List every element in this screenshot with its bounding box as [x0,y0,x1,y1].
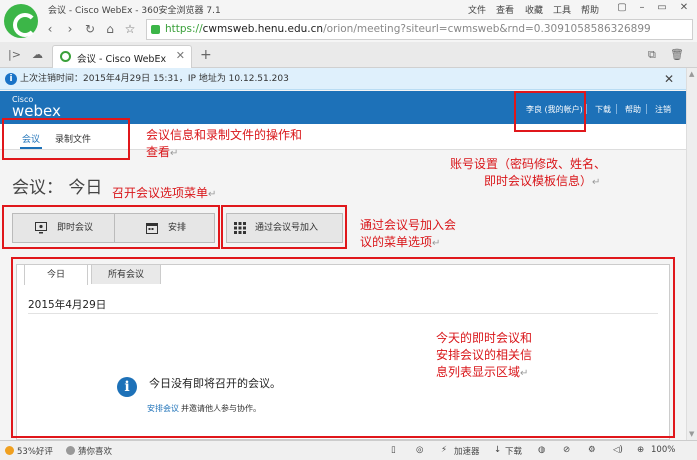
rating-text[interactable]: 53%好评 [17,445,53,457]
instant-meeting-button[interactable]: 即时会议 [12,213,115,243]
header-divider [646,104,647,114]
menu-view[interactable]: 查看 [496,3,514,16]
lock-icon [151,25,160,34]
download-button[interactable]: 下载 [505,445,522,457]
forward-icon[interactable]: › [62,21,78,37]
annotation-list-area: 今天的即时会议和 安排会议的相关信 息列表显示区域↵ [436,331,533,379]
last-logout-text: 上次注销时间：2015年4月29日 15:31，IP 地址为 10.12.51.… [20,74,289,84]
page-scrollbar[interactable]: ▲ ▼ [686,68,697,440]
close-window-icon[interactable]: ✕ [676,1,692,15]
devtools-icon[interactable]: ⚙ [588,445,596,455]
schedule-button[interactable]: 安排 [114,213,215,243]
header-divider [586,104,587,114]
address-bar[interactable]: https://cwmsweb.henu.edu.cn/orion/meetin… [146,19,693,40]
clean-icon[interactable]: ◍ [538,445,545,455]
header-divider [616,104,617,114]
menu-file[interactable]: 文件 [468,3,486,16]
accelerator-button[interactable]: 加速器 [454,445,480,457]
sidebar-toggle-icon[interactable]: |> [8,48,21,61]
tab-bar: |> ☁ 会议 - Cisco WebEx ✕ + ⧉ 🗑 [0,42,697,68]
join-by-number-label: 通过会议号加入 [255,223,319,233]
monitor-icon [35,222,47,234]
my-account-link[interactable]: 李良 (我的帐户) [526,104,583,115]
join-by-number-button[interactable]: 通过会议号加入 [226,213,343,243]
annotation-meeting-menu: 召开会议选项菜单↵ [112,186,217,200]
divider [28,313,658,314]
new-tab-icon[interactable]: + [200,47,212,63]
zoom-level[interactable]: 100% [651,445,675,455]
phone-icon[interactable]: ▯ [391,445,396,455]
info-circle-icon: i [117,377,137,397]
guess-icon [66,446,75,455]
skin-icon[interactable]: ▢ [614,1,630,15]
window-title: 会议 - Cisco WebEx - 360安全浏览器 7.1 [48,6,221,16]
download-icon: ↓ [494,445,502,455]
webex-logo: webex [12,102,61,120]
tab-meetings[interactable]: 会议 [19,132,43,149]
back-icon[interactable]: ‹ [42,21,58,37]
cloud-icon[interactable]: ☁ [32,48,43,61]
annotation-subnav: 会议信息和录制文件的操作和 查看↵ [146,128,303,159]
menu-favorites[interactable]: 收藏 [525,3,543,16]
logout-link[interactable]: 注销 [655,104,671,115]
annotation-join: 通过会议号加入会 议的菜单选项↵ [360,218,457,249]
scroll-down-icon[interactable]: ▼ [689,430,694,438]
instant-meeting-label: 即时会议 [57,223,94,233]
adblock-icon[interactable]: ⊘ [563,445,570,455]
help-link[interactable]: 帮助 [625,104,641,115]
tab-recordings[interactable]: 录制文件 [55,132,91,145]
favorite-star-icon[interactable]: ☆ [122,21,138,37]
guess-you-like[interactable]: 猜你喜欢 [78,445,112,457]
home-icon[interactable]: ⌂ [102,21,118,37]
tab-all-meetings[interactable]: 所有会议 [91,264,161,284]
capture-icon[interactable]: ◎ [416,445,423,455]
browser-statusbar: 53%好评 猜你喜欢 ▯ ◎ ⚡ 加速器 ↓ 下载 ◍ ⊘ ⚙ ◁) ⊕ 100… [0,440,697,460]
restore-tab-icon[interactable]: ⧉ [648,48,656,62]
calendar-icon [146,223,158,234]
schedule-label: 安排 [168,223,187,233]
sound-icon[interactable]: ◁) [613,445,623,455]
menu-help[interactable]: 帮助 [581,3,599,16]
download-link[interactable]: 下载 [595,104,611,115]
schedule-hint-text: 并邀请他人参与协作。 [181,404,261,413]
tab-today[interactable]: 今日 [24,264,88,285]
annotation-account: 账号设置（密码修改、姓名、 即时会议模板信息）↵ [450,157,607,188]
webex-header: Cisco webex 李良 (我的帐户) 下载 帮助 注销 [0,91,686,124]
minimize-icon[interactable]: – [634,1,650,15]
last-logout-infobar: i 上次注销时间：2015年4月29日 15:31，IP 地址为 10.12.5… [0,68,686,90]
scroll-up-icon[interactable]: ▲ [689,70,694,78]
page-title: 会议： 今日 [12,178,103,198]
tab-favicon-icon [60,51,71,62]
date-heading: 2015年4月29日 [28,299,107,311]
menu-tools[interactable]: 工具 [553,3,571,16]
no-meetings-message: 今日没有即将召开的会议。 [149,377,281,390]
trash-icon[interactable]: 🗑 [670,48,684,61]
meetings-panel [16,264,670,440]
accelerator-icon: ⚡ [441,445,447,455]
info-icon: i [5,73,17,85]
tab-title: 会议 - Cisco WebEx [77,54,167,65]
keypad-icon [234,222,246,234]
schedule-meeting-link[interactable]: 安排会议 [147,403,179,414]
browser-logo-icon [4,4,38,38]
close-infobar-icon[interactable]: ✕ [664,68,674,90]
browser-titlebar: 会议 - Cisco WebEx - 360安全浏览器 7.1 文件 查看 收藏… [0,0,697,42]
browser-tab[interactable]: 会议 - Cisco WebEx ✕ [52,45,192,68]
webex-page: Cisco webex 李良 (我的帐户) 下载 帮助 注销 会议 录制文件 会… [0,91,686,440]
maximize-icon[interactable]: ▭ [654,1,670,15]
rating-icon [5,446,14,455]
subnav: 会议 录制文件 [0,124,686,150]
refresh-icon[interactable]: ↻ [82,21,98,37]
close-tab-icon[interactable]: ✕ [176,49,185,62]
zoom-icon: ⊕ [637,445,645,455]
